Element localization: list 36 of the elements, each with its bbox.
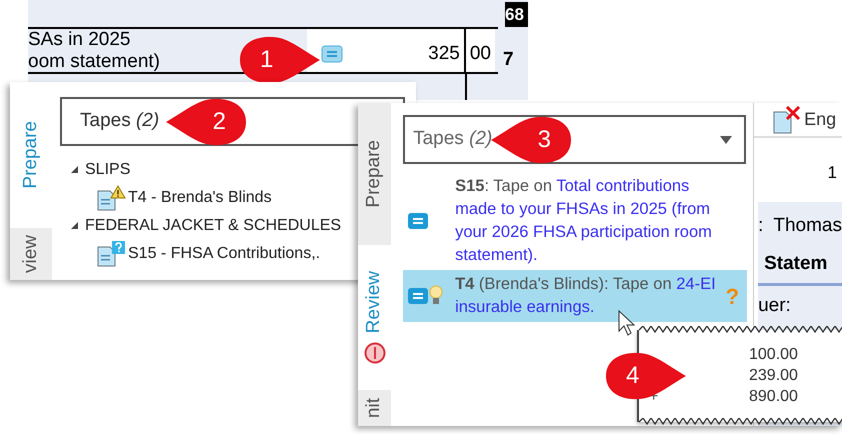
- line-number: 7: [503, 48, 514, 72]
- column-header: 68: [505, 4, 524, 26]
- form-line-text: oom statement): [28, 51, 160, 73]
- side-tab[interactable]: view: [10, 228, 52, 280]
- field-label: :: [758, 214, 764, 238]
- amount-field[interactable]: 325 00: [307, 29, 495, 73]
- document-delete-icon: [772, 106, 802, 134]
- side-tab[interactable]: Prepare: [358, 103, 392, 245]
- tape-description: S15: Tape on Total contributions made to your FHSAs in 2025 (from your 2026 FHSA participation room statement).: [455, 176, 713, 266]
- caret-icon: [720, 136, 732, 144]
- tree-item-label[interactable]: T4 - Brenda's Blinds: [128, 186, 272, 210]
- field-label: uer:: [758, 294, 792, 318]
- amount-cents: 00: [468, 42, 492, 66]
- section-heading: Statem: [764, 252, 828, 276]
- toolbar-label[interactable]: Eng: [804, 106, 836, 133]
- name-value: Thomas: [773, 214, 842, 238]
- tape-description: T4 (Brenda's Blinds): Tape on 24-EI insurable earnings.: [455, 274, 717, 318]
- side-tab[interactable]: nit: [358, 390, 392, 426]
- amount-dollars: 325: [428, 42, 461, 66]
- tape-icon: [407, 287, 430, 305]
- tape-icon: [407, 212, 430, 230]
- form-line-text: SAs in 2025: [28, 29, 132, 51]
- tree-item-label[interactable]: S15 - FHSA Contributions,.: [128, 242, 320, 266]
- tape-list-item[interactable]: T4 (Brenda's Blinds): Tape on 24-EI insurable earnings. ?: [403, 270, 748, 322]
- document-warning-icon: [96, 184, 126, 210]
- side-tab[interactable]: Prepare: [10, 82, 52, 228]
- error-icon: [364, 342, 386, 364]
- tree-group-label[interactable]: SLIPS: [85, 158, 130, 182]
- mouse-cursor-icon: [618, 310, 636, 336]
- document-question-icon: [96, 240, 126, 266]
- tree-group-label[interactable]: FEDERAL JACKET & SCHEDULES: [85, 214, 342, 238]
- query-mark: ?: [726, 282, 740, 310]
- page-number: 1: [828, 162, 837, 184]
- tree-expander-icon[interactable]: [70, 221, 79, 230]
- tape-icon: [321, 45, 343, 63]
- tree-expander-icon[interactable]: [70, 165, 79, 174]
